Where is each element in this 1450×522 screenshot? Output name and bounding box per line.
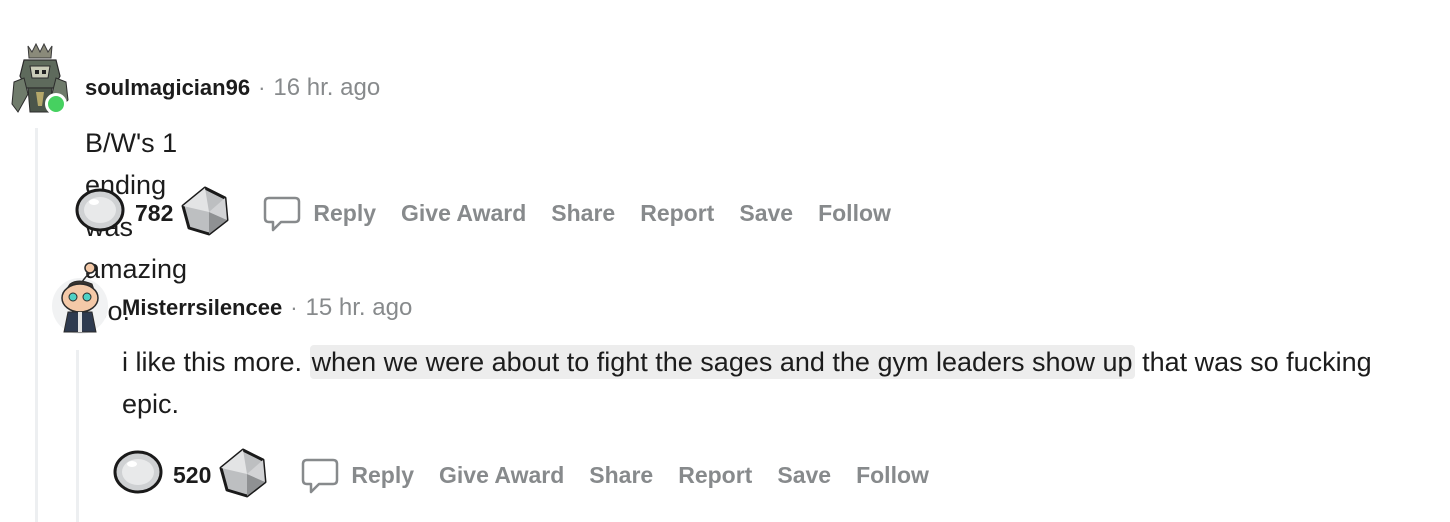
report-button[interactable]: Report — [640, 200, 714, 227]
avatar[interactable] — [10, 42, 69, 115]
comment-body: i like this more. when we were about to … — [122, 341, 1422, 425]
follow-button[interactable]: Follow — [856, 462, 929, 489]
timestamp[interactable]: 16 hr. ago — [273, 74, 380, 102]
upvote-icon[interactable] — [113, 450, 165, 501]
save-button[interactable]: Save — [739, 200, 793, 227]
give-award-button[interactable]: Give Award — [439, 462, 564, 489]
share-button[interactable]: Share — [589, 462, 653, 489]
report-button[interactable]: Report — [678, 462, 752, 489]
save-button[interactable]: Save — [777, 462, 831, 489]
follow-button[interactable]: Follow — [818, 200, 891, 227]
reply-bubble-icon — [302, 458, 339, 493]
reply-button[interactable]: Reply — [263, 194, 376, 234]
vote-score: 782 — [135, 200, 174, 226]
comment-actions: 520 Reply Give Award Share Report Save F… — [113, 448, 954, 503]
reply-bubble-icon — [264, 196, 301, 231]
reply-label: Reply — [351, 462, 415, 488]
downvote-icon[interactable] — [179, 186, 231, 241]
timestamp[interactable]: 15 hr. ago — [306, 294, 413, 322]
upvote-icon[interactable] — [75, 188, 127, 239]
username[interactable]: Misterrsilencee — [122, 295, 282, 321]
highlighted-text: when we were about to fight the sages an… — [309, 345, 1135, 379]
username[interactable]: soulmagician96 — [85, 75, 250, 101]
meta-separator: · — [258, 75, 266, 100]
thread-line-outer[interactable] — [35, 128, 38, 522]
snoo-avatar-icon — [52, 262, 108, 334]
comment-meta: Misterrsilencee · 15 hr. ago — [122, 294, 412, 322]
comment-actions: 782 Reply Give Award Share Report Save F… — [75, 186, 916, 241]
vote-group: 520 — [113, 448, 269, 503]
meta-separator: · — [290, 295, 298, 320]
online-status-dot — [45, 93, 67, 115]
vote-score: 520 — [173, 462, 212, 488]
comment-meta: soulmagician96 · 16 hr. ago — [85, 74, 380, 102]
share-button[interactable]: Share — [551, 200, 615, 227]
reply-label: Reply — [313, 200, 377, 226]
downvote-icon[interactable] — [217, 448, 269, 503]
thread-line-inner[interactable] — [76, 350, 79, 522]
reply-button[interactable]: Reply — [301, 456, 414, 496]
vote-group: 782 — [75, 186, 231, 241]
give-award-button[interactable]: Give Award — [401, 200, 526, 227]
avatar[interactable] — [52, 260, 108, 336]
comment-body-text: i like this more. — [122, 347, 310, 377]
